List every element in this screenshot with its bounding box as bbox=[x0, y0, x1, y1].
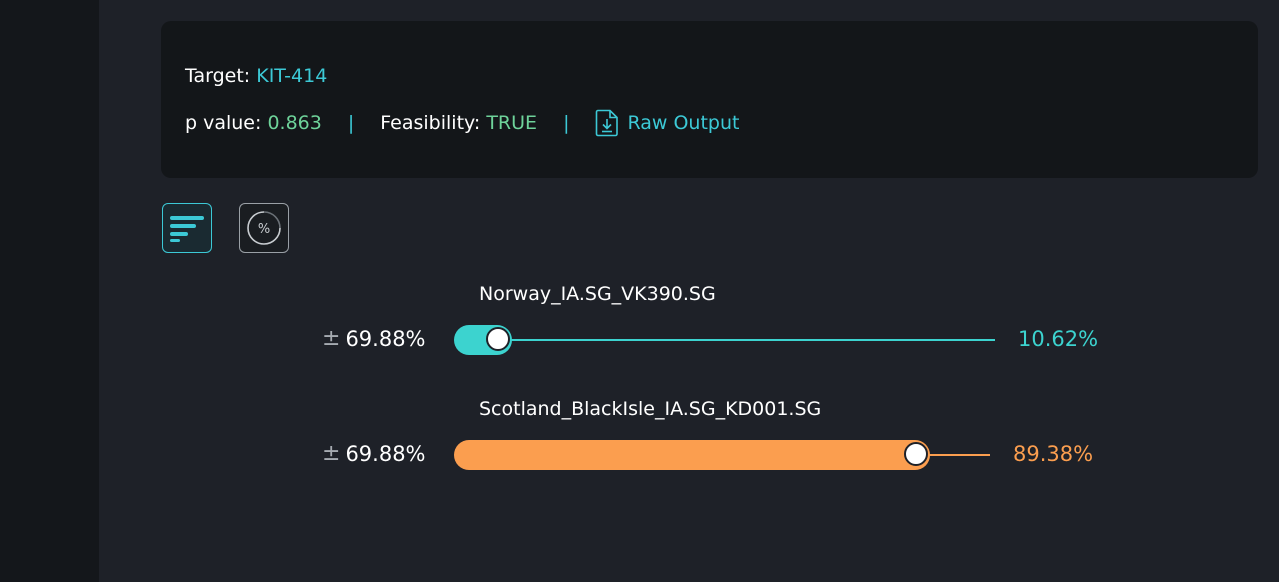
feasibility-label: Feasibility: bbox=[380, 112, 481, 134]
uncertainty-value: 69.88% bbox=[345, 442, 426, 466]
target-label: Target: bbox=[185, 65, 251, 87]
meta-line: p value: 0.863 | Feasibility: TRUE | Raw… bbox=[185, 109, 739, 137]
percent-circle-icon: % bbox=[247, 211, 281, 245]
summary-card: Target: KIT-414 p value: 0.863 | Feasibi… bbox=[161, 21, 1258, 178]
target-value: KIT-414 bbox=[256, 65, 328, 87]
row-label: Norway_IA.SG_VK390.SG bbox=[479, 283, 716, 305]
row-uncertainty: ± 69.88% bbox=[322, 326, 426, 352]
row-label: Scotland_BlackIsle_IA.SG_KD001.SG bbox=[479, 398, 822, 420]
raw-output-link[interactable]: Raw Output bbox=[595, 109, 739, 137]
slider-thumb[interactable] bbox=[486, 327, 510, 351]
uncertainty-value: 69.88% bbox=[345, 327, 426, 351]
slider-thumb[interactable] bbox=[904, 442, 928, 466]
bar-list-icon bbox=[170, 216, 204, 242]
percent-view-button[interactable]: % bbox=[239, 203, 289, 253]
p-value: 0.863 bbox=[267, 112, 322, 134]
file-download-icon bbox=[596, 109, 619, 137]
slider-fill bbox=[454, 440, 930, 470]
target-line: Target: KIT-414 bbox=[185, 64, 327, 88]
separator: | bbox=[563, 112, 570, 134]
percent-glyph: % bbox=[258, 222, 270, 237]
feasibility-value: TRUE bbox=[486, 112, 538, 134]
row-percent: 89.38% bbox=[1013, 442, 1094, 466]
row-percent: 10.62% bbox=[1018, 327, 1099, 351]
bar-view-button[interactable] bbox=[162, 203, 212, 253]
p-value-label: p value: bbox=[185, 112, 262, 134]
row-uncertainty: ± 69.88% bbox=[322, 441, 426, 467]
raw-output-label: Raw Output bbox=[627, 112, 740, 134]
plus-minus-icon: ± bbox=[322, 326, 341, 351]
plus-minus-icon: ± bbox=[322, 441, 341, 466]
slider-track[interactable] bbox=[460, 339, 995, 341]
left-rail bbox=[0, 0, 99, 582]
separator: | bbox=[347, 112, 355, 134]
